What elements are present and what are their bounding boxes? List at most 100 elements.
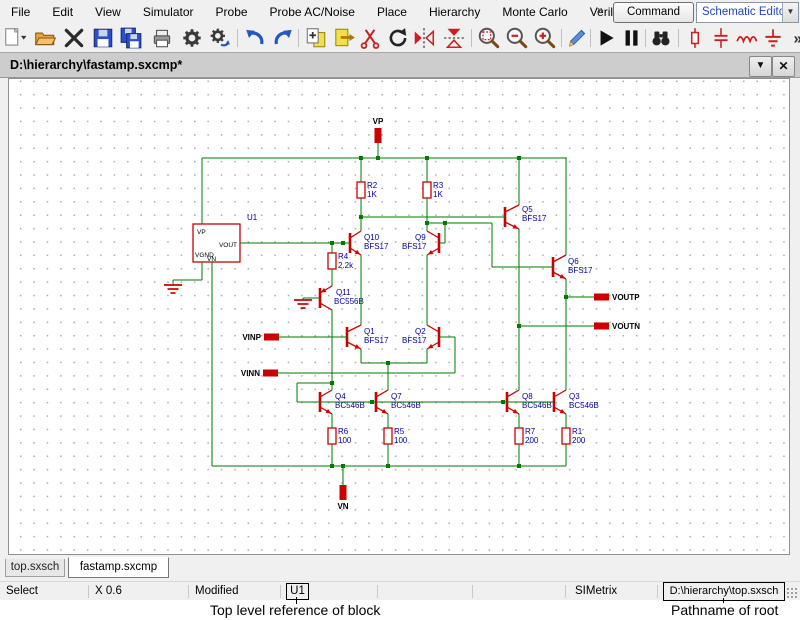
resize-grip[interactable] — [786, 587, 798, 599]
transistor-Q9[interactable]: Q9BFS17 — [402, 231, 439, 255]
simulator-options-gear-icon[interactable] — [208, 26, 232, 50]
menu-item-probe-ac-noise[interactable]: Probe AC/Noise — [259, 1, 366, 23]
resistor-R1[interactable]: R1200 — [562, 427, 586, 445]
open-file-icon[interactable] — [33, 26, 57, 50]
menu-item-view[interactable]: View — [84, 1, 132, 23]
status-separator — [565, 585, 566, 598]
zoom-in-icon[interactable] — [533, 26, 557, 50]
menu-item-hierarchy[interactable]: Hierarchy — [418, 1, 491, 23]
tab-fastamp-sxcmp[interactable]: fastamp.sxcmp — [68, 557, 169, 578]
zoom-out-icon[interactable] — [505, 26, 529, 50]
place-ground-icon[interactable] — [761, 26, 785, 50]
toolbar-more-icon[interactable]: » — [787, 26, 800, 50]
svg-text:VN: VN — [207, 256, 216, 263]
toolbar-separator — [561, 29, 562, 47]
svg-text:VOUTP: VOUTP — [612, 293, 640, 302]
callout-line-block-ref — [296, 597, 297, 604]
save-all-icon[interactable] — [119, 26, 143, 50]
redo-icon[interactable] — [271, 26, 295, 50]
chevron-down-icon[interactable]: ▼ — [782, 3, 798, 22]
save-icon[interactable] — [91, 26, 115, 50]
status-separator — [472, 585, 473, 598]
export-page-icon[interactable] — [332, 26, 356, 50]
menu-item-edit[interactable]: Edit — [41, 1, 84, 23]
status-separator — [188, 585, 189, 598]
status-separator — [280, 585, 281, 598]
svg-text:BC556B: BC556B — [334, 297, 364, 306]
terminal-VINP[interactable]: VINP — [242, 333, 279, 342]
wire-junctions — [330, 156, 568, 468]
run-simulation-icon[interactable] — [594, 26, 618, 50]
place-capacitor-icon[interactable] — [709, 26, 733, 50]
svg-text:100: 100 — [394, 436, 408, 445]
svg-text:U1: U1 — [247, 213, 258, 222]
close-window-button[interactable]: ✕ — [772, 56, 795, 77]
toolbar-separator — [471, 29, 472, 47]
new-document-icon[interactable] — [3, 26, 27, 50]
resistor-R5[interactable]: R5100 — [384, 427, 408, 445]
svg-text:Q7: Q7 — [391, 392, 402, 401]
document-title: D:\hierarchy\fastamp.sxcmp* — [10, 53, 182, 77]
transistor-Q11[interactable]: Q11BC556B — [320, 286, 364, 310]
document-title-bar: D:\hierarchy\fastamp.sxcmp* ▼ ✕ — [0, 52, 800, 78]
terminal-VINN[interactable]: VINN — [241, 369, 278, 378]
menu-item-file[interactable]: File — [0, 1, 41, 23]
svg-text:VN: VN — [337, 502, 348, 511]
svg-text:VOUTN: VOUTN — [612, 322, 640, 331]
schematic-canvas[interactable]: R21K R31K R42.2k R6100 R5100 R7200 R1200 Q10BFS… — [8, 78, 790, 555]
resistor-R2[interactable]: R21K — [357, 181, 378, 199]
application-window: FileEditViewSimulatorProbeProbe AC/Noise… — [0, 0, 800, 620]
terminal-VOUTP[interactable]: VOUTP — [594, 293, 640, 302]
command-shell-button[interactable]: Command Shell — [613, 2, 694, 23]
undo-icon[interactable] — [243, 26, 267, 50]
svg-text:VOUT: VOUT — [219, 242, 237, 249]
place-resistor-icon[interactable] — [683, 26, 707, 50]
transistor-Q6[interactable]: Q6BFS17 — [553, 255, 593, 279]
transistor-Q5[interactable]: Q5BFS17 — [505, 205, 547, 229]
ground-symbol[interactable] — [164, 285, 182, 293]
transistor-Q1[interactable]: Q1BFS17 — [347, 325, 389, 349]
close-file-icon[interactable] — [62, 26, 86, 50]
mirror-vertical-icon[interactable] — [412, 26, 436, 50]
rotate-icon[interactable] — [386, 26, 410, 50]
print-icon[interactable] — [150, 26, 174, 50]
menu-item-probe[interactable]: Probe — [205, 1, 259, 23]
editor-selector-combo[interactable]: Schematic Editor ▼ — [696, 2, 799, 23]
transistor-Q2[interactable]: Q2BFS17 — [402, 325, 439, 349]
resistor-R7[interactable]: R7200 — [515, 427, 539, 445]
mirror-horizontal-icon[interactable] — [442, 26, 466, 50]
menu-item-monte-carlo[interactable]: Monte Carlo — [491, 1, 578, 23]
toolbar-separator — [237, 29, 238, 47]
find-part-icon[interactable] — [649, 26, 673, 50]
terminal-VN[interactable]: VN — [337, 485, 348, 511]
transistor-Q10[interactable]: Q10BFS17 — [350, 231, 389, 255]
pause-simulation-icon[interactable] — [619, 26, 643, 50]
cut-icon[interactable] — [358, 26, 382, 50]
status-root-path: D:\hierarchy\top.sxsch — [663, 582, 785, 601]
terminal-VOUTN[interactable]: VOUTN — [594, 322, 640, 331]
svg-text:200: 200 — [572, 436, 586, 445]
status-bar: Select X 0.6 Modified U1 SIMetrix D:\hie… — [0, 581, 800, 601]
toolbar-separator — [645, 29, 646, 47]
terminal-VP[interactable]: VP — [373, 117, 384, 143]
window-menu-button[interactable]: ▼ — [749, 56, 772, 77]
svg-text:BFS17: BFS17 — [402, 336, 427, 345]
svg-text:1K: 1K — [367, 190, 377, 199]
menu-item-place[interactable]: Place — [366, 1, 418, 23]
resistor-R6[interactable]: R6100 — [328, 427, 352, 445]
menu-overflow-chevron[interactable]: » — [597, 3, 604, 17]
zoom-area-icon[interactable] — [477, 26, 501, 50]
copy-page-icon[interactable] — [304, 26, 328, 50]
status-zoom: X 0.6 — [95, 584, 122, 599]
resistor-R4[interactable]: R42.2k — [328, 252, 354, 270]
ground-symbol[interactable] — [294, 300, 312, 308]
block-U1[interactable]: U1VPVOUTVGNDVN — [193, 213, 258, 263]
options-gear-icon[interactable] — [180, 26, 204, 50]
tab-top-sxsch[interactable]: top.sxsch — [5, 559, 65, 577]
resistor-R3[interactable]: R31K — [423, 181, 444, 199]
place-inductor-icon[interactable] — [735, 26, 759, 50]
svg-text:BC546B: BC546B — [569, 401, 599, 410]
wire-pencil-icon[interactable] — [565, 26, 589, 50]
menu-item-simulator[interactable]: Simulator — [132, 1, 205, 23]
transistor-Q3[interactable]: Q3BC546B — [554, 390, 599, 414]
